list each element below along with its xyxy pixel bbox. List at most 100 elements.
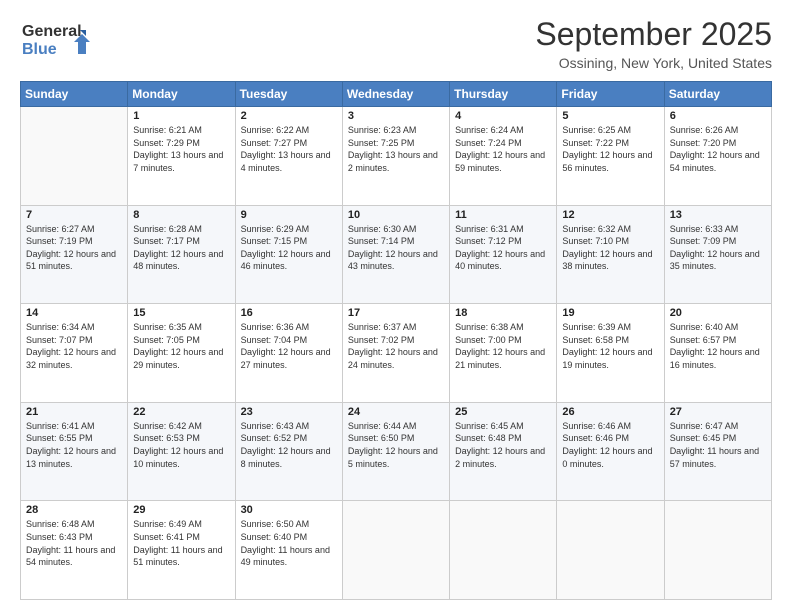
day-info: Sunrise: 6:37 AMSunset: 7:02 PMDaylight:… — [348, 321, 444, 371]
day-info: Sunrise: 6:25 AMSunset: 7:22 PMDaylight:… — [562, 124, 658, 174]
calendar-week-row: 7 Sunrise: 6:27 AMSunset: 7:19 PMDaylight… — [21, 205, 772, 304]
day-info: Sunrise: 6:35 AMSunset: 7:05 PMDaylight:… — [133, 321, 229, 371]
day-info: Sunrise: 6:21 AMSunset: 7:29 PMDaylight:… — [133, 124, 229, 174]
day-info: Sunrise: 6:48 AMSunset: 6:43 PMDaylight:… — [26, 518, 122, 568]
day-info: Sunrise: 6:47 AMSunset: 6:45 PMDaylight:… — [670, 420, 766, 470]
day-number: 3 — [348, 110, 444, 122]
calendar-week-row: 1 Sunrise: 6:21 AMSunset: 7:29 PMDaylight… — [21, 107, 772, 206]
table-row: 20 Sunrise: 6:40 AMSunset: 6:57 PMDayligh… — [664, 304, 771, 403]
day-number: 13 — [670, 209, 766, 221]
header-right: September 2025 Ossining, New York, Unite… — [535, 16, 772, 71]
col-wednesday: Wednesday — [342, 82, 449, 107]
calendar-header-row: Sunday Monday Tuesday Wednesday Thursday… — [21, 82, 772, 107]
calendar-week-row: 14Sunrise: 6:34 AMSunset: 7:07 PMDayligh… — [21, 304, 772, 403]
day-info: Sunrise: 6:32 AMSunset: 7:10 PMDaylight:… — [562, 223, 658, 273]
table-row: 29 Sunrise: 6:49 AMSunset: 6:41 PMDayligh… — [128, 501, 235, 600]
table-row: 27Sunrise: 6:47 AMSunset: 6:45 PMDayligh… — [664, 402, 771, 501]
day-number: 25 — [455, 406, 551, 418]
table-row: 10 Sunrise: 6:30 AMSunset: 7:14 PMDayligh… — [342, 205, 449, 304]
table-row: 9Sunrise: 6:29 AMSunset: 7:15 PMDaylight… — [235, 205, 342, 304]
table-row: 14Sunrise: 6:34 AMSunset: 7:07 PMDayligh… — [21, 304, 128, 403]
day-info: Sunrise: 6:42 AMSunset: 6:53 PMDaylight:… — [133, 420, 229, 470]
day-number: 11 — [455, 209, 551, 221]
calendar-week-row: 21 Sunrise: 6:41 AMSunset: 6:55 PMDayligh… — [21, 402, 772, 501]
day-number: 30 — [241, 504, 337, 516]
day-info: Sunrise: 6:44 AMSunset: 6:50 PMDaylight:… — [348, 420, 444, 470]
day-info: Sunrise: 6:28 AMSunset: 7:17 PMDaylight:… — [133, 223, 229, 273]
day-number: 16 — [241, 307, 337, 319]
day-info: Sunrise: 6:38 AMSunset: 7:00 PMDaylight:… — [455, 321, 551, 371]
day-info: Sunrise: 6:33 AMSunset: 7:09 PMDaylight:… — [670, 223, 766, 273]
day-info: Sunrise: 6:26 AMSunset: 7:20 PMDaylight:… — [670, 124, 766, 174]
day-number: 22 — [133, 406, 229, 418]
table-row: 30 Sunrise: 6:50 AMSunset: 6:40 PMDayligh… — [235, 501, 342, 600]
table-row: 26 Sunrise: 6:46 AMSunset: 6:46 PMDayligh… — [557, 402, 664, 501]
table-row — [557, 501, 664, 600]
day-number: 1 — [133, 110, 229, 122]
table-row — [21, 107, 128, 206]
day-number: 19 — [562, 307, 658, 319]
day-info: Sunrise: 6:36 AMSunset: 7:04 PMDaylight:… — [241, 321, 337, 371]
table-row: 25 Sunrise: 6:45 AMSunset: 6:48 PMDayligh… — [450, 402, 557, 501]
day-number: 2 — [241, 110, 337, 122]
table-row: 1 Sunrise: 6:21 AMSunset: 7:29 PMDaylight… — [128, 107, 235, 206]
svg-text:Blue: Blue — [22, 41, 57, 58]
day-info: Sunrise: 6:50 AMSunset: 6:40 PMDaylight:… — [241, 518, 337, 568]
table-row: 17 Sunrise: 6:37 AMSunset: 7:02 PMDayligh… — [342, 304, 449, 403]
day-number: 10 — [348, 209, 444, 221]
table-row: 28Sunrise: 6:48 AMSunset: 6:43 PMDayligh… — [21, 501, 128, 600]
day-number: 17 — [348, 307, 444, 319]
day-info: Sunrise: 6:43 AMSunset: 6:52 PMDaylight:… — [241, 420, 337, 470]
day-info: Sunrise: 6:27 AMSunset: 7:19 PMDaylight:… — [26, 223, 122, 273]
day-number: 21 — [26, 406, 122, 418]
day-number: 20 — [670, 307, 766, 319]
page: General Blue September 2025 Ossining, Ne… — [0, 0, 792, 612]
month-title: September 2025 — [535, 16, 772, 53]
day-number: 6 — [670, 110, 766, 122]
day-info: Sunrise: 6:40 AMSunset: 6:57 PMDaylight:… — [670, 321, 766, 371]
day-number: 24 — [348, 406, 444, 418]
day-number: 26 — [562, 406, 658, 418]
table-row — [450, 501, 557, 600]
table-row: 6 Sunrise: 6:26 AMSunset: 7:20 PMDaylight… — [664, 107, 771, 206]
table-row: 15 Sunrise: 6:35 AMSunset: 7:05 PMDayligh… — [128, 304, 235, 403]
day-number: 15 — [133, 307, 229, 319]
day-info: Sunrise: 6:46 AMSunset: 6:46 PMDaylight:… — [562, 420, 658, 470]
table-row: 5 Sunrise: 6:25 AMSunset: 7:22 PMDaylight… — [557, 107, 664, 206]
day-info: Sunrise: 6:22 AMSunset: 7:27 PMDaylight:… — [241, 124, 337, 174]
table-row: 4Sunrise: 6:24 AMSunset: 7:24 PMDaylight… — [450, 107, 557, 206]
table-row — [664, 501, 771, 600]
col-sunday: Sunday — [21, 82, 128, 107]
logo: General Blue — [20, 16, 90, 60]
day-number: 14 — [26, 307, 122, 319]
table-row: 13 Sunrise: 6:33 AMSunset: 7:09 PMDayligh… — [664, 205, 771, 304]
table-row: 21 Sunrise: 6:41 AMSunset: 6:55 PMDayligh… — [21, 402, 128, 501]
table-row: 11 Sunrise: 6:31 AMSunset: 7:12 PMDayligh… — [450, 205, 557, 304]
col-thursday: Thursday — [450, 82, 557, 107]
day-number: 7 — [26, 209, 122, 221]
table-row: 24 Sunrise: 6:44 AMSunset: 6:50 PMDayligh… — [342, 402, 449, 501]
calendar-table: Sunday Monday Tuesday Wednesday Thursday… — [20, 81, 772, 600]
day-number: 5 — [562, 110, 658, 122]
col-saturday: Saturday — [664, 82, 771, 107]
day-number: 29 — [133, 504, 229, 516]
day-info: Sunrise: 6:45 AMSunset: 6:48 PMDaylight:… — [455, 420, 551, 470]
day-info: Sunrise: 6:31 AMSunset: 7:12 PMDaylight:… — [455, 223, 551, 273]
table-row: 8Sunrise: 6:28 AMSunset: 7:17 PMDaylight… — [128, 205, 235, 304]
col-monday: Monday — [128, 82, 235, 107]
table-row: 7 Sunrise: 6:27 AMSunset: 7:19 PMDaylight… — [21, 205, 128, 304]
col-friday: Friday — [557, 82, 664, 107]
table-row: 23Sunrise: 6:43 AMSunset: 6:52 PMDayligh… — [235, 402, 342, 501]
svg-text:General: General — [22, 23, 82, 40]
table-row: 19Sunrise: 6:39 AMSunset: 6:58 PMDayligh… — [557, 304, 664, 403]
header: General Blue September 2025 Ossining, Ne… — [20, 16, 772, 71]
day-info: Sunrise: 6:41 AMSunset: 6:55 PMDaylight:… — [26, 420, 122, 470]
table-row — [342, 501, 449, 600]
day-info: Sunrise: 6:49 AMSunset: 6:41 PMDaylight:… — [133, 518, 229, 568]
day-number: 4 — [455, 110, 551, 122]
logo-icon: General Blue — [20, 16, 90, 60]
table-row: 16 Sunrise: 6:36 AMSunset: 7:04 PMDayligh… — [235, 304, 342, 403]
location: Ossining, New York, United States — [535, 55, 772, 71]
day-info: Sunrise: 6:30 AMSunset: 7:14 PMDaylight:… — [348, 223, 444, 273]
table-row: 22 Sunrise: 6:42 AMSunset: 6:53 PMDayligh… — [128, 402, 235, 501]
